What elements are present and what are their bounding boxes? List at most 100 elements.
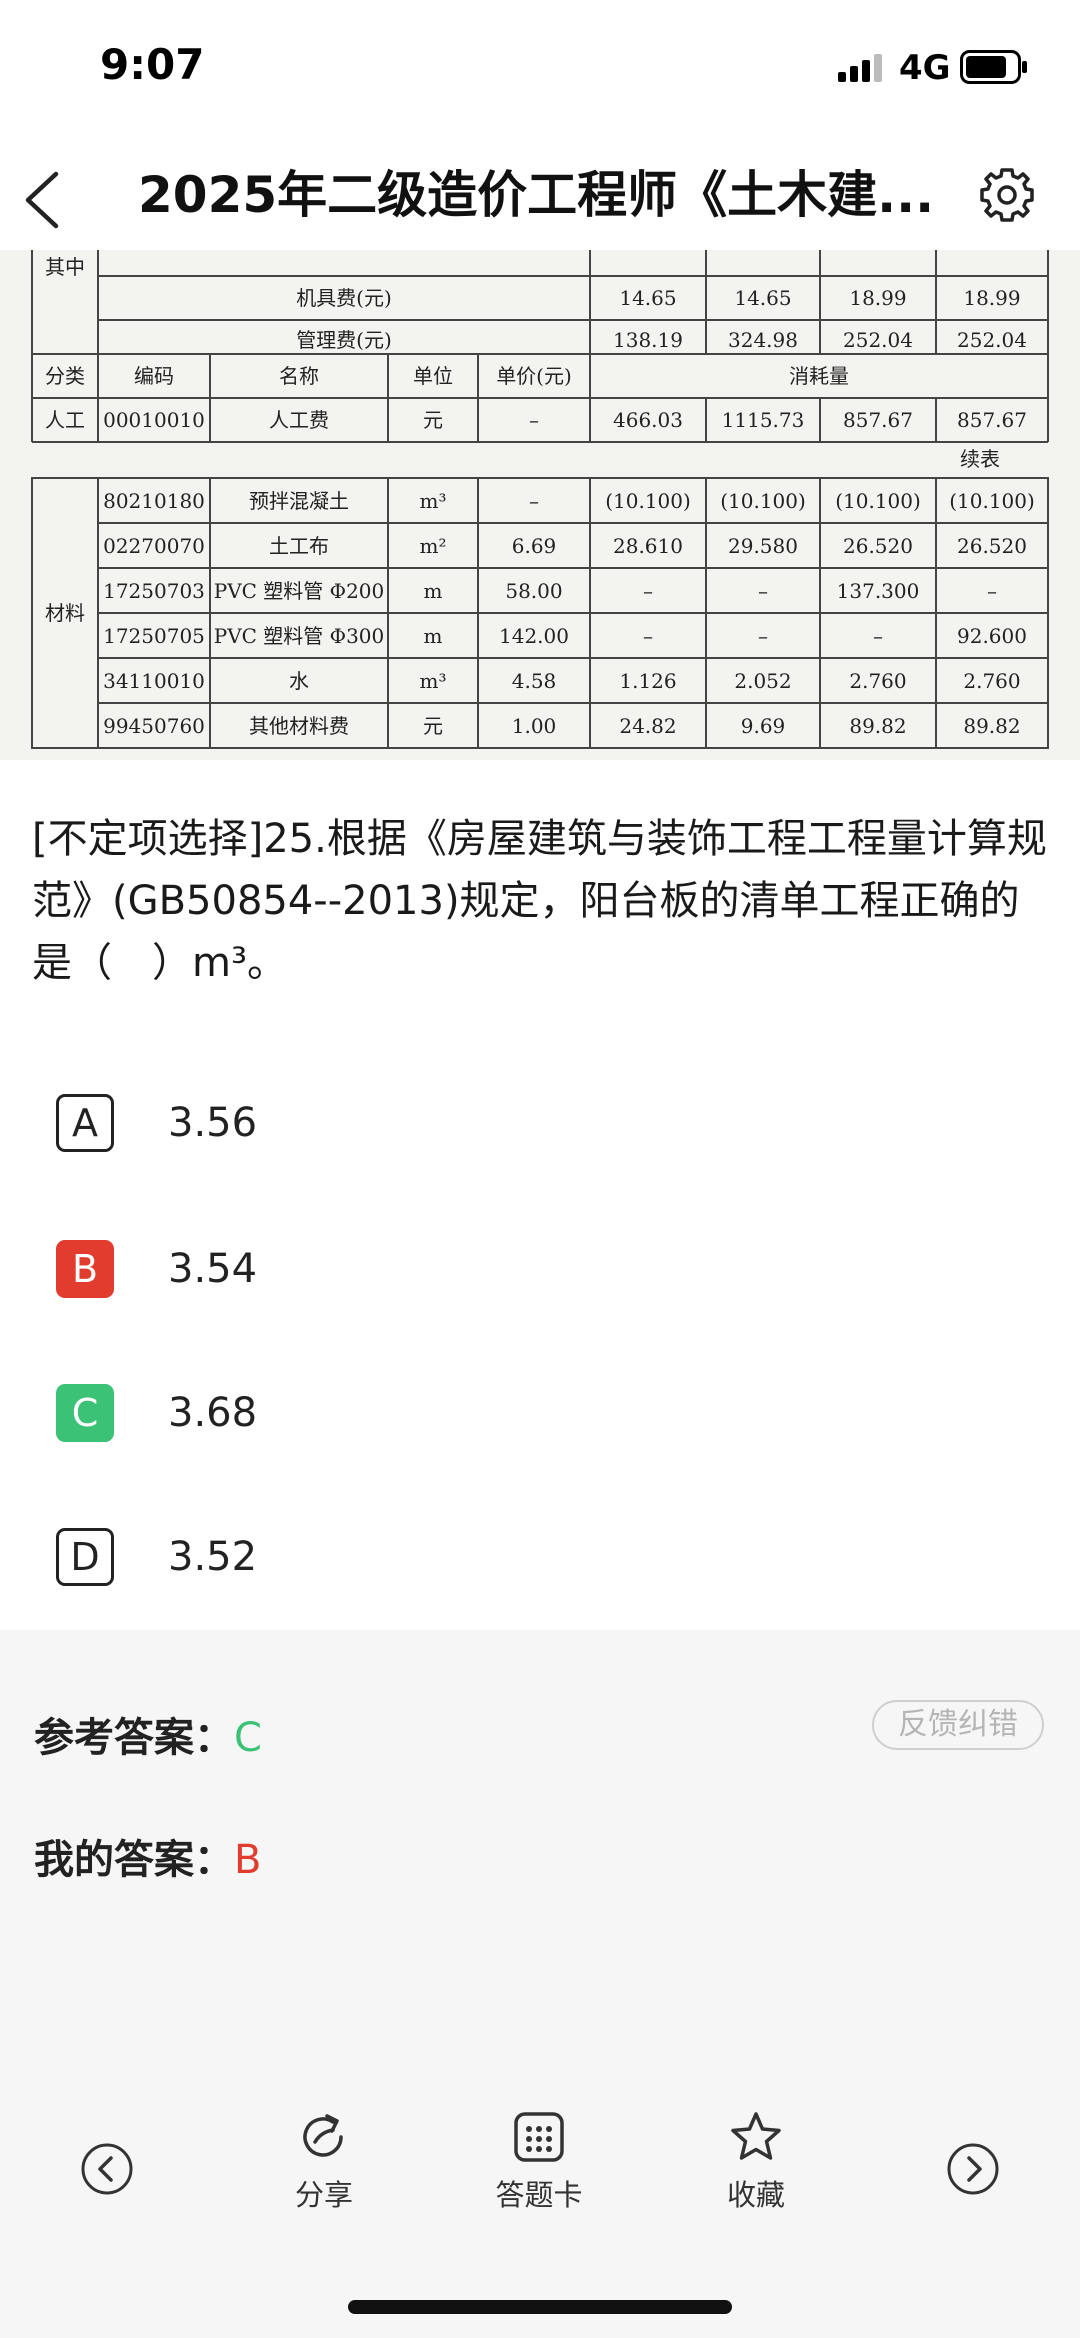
table-header: 单位 xyxy=(413,364,453,388)
table-cell-unit: m³ xyxy=(420,669,447,693)
table-cell-name: 管理费(元) xyxy=(296,328,392,352)
share-button[interactable]: 分享 xyxy=(284,2110,364,2214)
option-d-letter: D xyxy=(56,1528,114,1586)
table-cell-code: 00010010 xyxy=(103,408,205,432)
option-c[interactable]: C 3.68 xyxy=(56,1384,956,1448)
page-title: 2025年二级造价工程师《土木建... xyxy=(138,166,935,224)
table-cell-value: 28.610 xyxy=(613,534,683,558)
option-b-text: 3.54 xyxy=(168,1246,258,1292)
table-cell-unit: m xyxy=(424,624,443,648)
table-cell-value: 14.65 xyxy=(619,286,676,310)
table-cell-code: 02270070 xyxy=(103,534,205,558)
table-cell-price: 1.00 xyxy=(512,714,557,738)
table-cell-value: 92.600 xyxy=(957,624,1027,648)
table-cell-name: 土工布 xyxy=(269,534,329,558)
table-cell-unit: m² xyxy=(420,534,447,558)
option-a[interactable]: A 3.56 xyxy=(56,1094,956,1158)
table-cell-value: 29.580 xyxy=(728,534,798,558)
table-cell-name: PVC 塑料管 Φ200 xyxy=(214,579,385,603)
table-cell-value: 2.052 xyxy=(734,669,791,693)
table-cell-value: (10.100) xyxy=(835,489,921,513)
my-answer-value: B xyxy=(234,1837,262,1883)
answer-card-label: 答题卡 xyxy=(495,2178,583,2212)
table-cell-unit: m xyxy=(424,579,443,603)
table-cell-name: PVC 塑料管 Φ300 xyxy=(214,624,385,648)
table-cell-code: 99450760 xyxy=(103,714,205,738)
table-continued-label: 续表 xyxy=(960,447,1000,471)
table-cell-code: 34110010 xyxy=(103,669,205,693)
table-cell-code: 17250703 xyxy=(103,579,205,603)
table-cell-value: 2.760 xyxy=(849,669,906,693)
star-icon xyxy=(731,2112,781,2160)
table-cell-value: – xyxy=(758,624,768,648)
table-cell-code: 80210180 xyxy=(103,489,205,513)
share-label: 分享 xyxy=(294,2178,353,2212)
option-b[interactable]: B 3.54 xyxy=(56,1240,956,1304)
table-cell-value: 2.760 xyxy=(963,669,1020,693)
table-cell-value: 324.98 xyxy=(728,328,798,352)
prev-button[interactable] xyxy=(80,2142,134,2196)
table-header: 单价(元) xyxy=(496,364,572,388)
prev-circle-icon xyxy=(81,2143,133,2195)
option-c-letter: C xyxy=(56,1384,114,1442)
status-time: 9:07 xyxy=(100,40,205,89)
table-cell-value: – xyxy=(643,624,653,648)
table-cell-value: – xyxy=(987,579,997,603)
table-cell-price: 142.00 xyxy=(499,624,569,648)
table-cell-unit: 元 xyxy=(423,408,443,432)
table-cell-value: – xyxy=(758,579,768,603)
table-cell-value: – xyxy=(643,579,653,603)
table-cell-value: 857.67 xyxy=(957,408,1027,432)
table-cell-name: 其他材料费 xyxy=(249,714,349,738)
question-table: 其中机具费(元) 14.65 14.65 18.99 18.99 管理费(元) 138.19… xyxy=(31,250,1049,749)
table-cell-name: 预拌混凝土 xyxy=(249,489,349,513)
table-cell-unit: m³ xyxy=(420,489,447,513)
table-cell-value: 89.82 xyxy=(849,714,906,738)
answer-card-button[interactable]: 答题卡 xyxy=(484,2110,594,2214)
table-cell-value: 466.03 xyxy=(613,408,683,432)
table-cell-value: (10.100) xyxy=(605,489,691,513)
network-label: 4G xyxy=(899,48,951,88)
chevron-left-icon[interactable] xyxy=(14,164,74,234)
table-header: 编码 xyxy=(134,364,174,388)
next-circle-icon xyxy=(947,2143,999,2195)
table-cell-value: 138.19 xyxy=(613,328,683,352)
table-cell-value: 18.99 xyxy=(849,286,906,310)
option-c-text: 3.68 xyxy=(168,1390,258,1436)
table-cell-price: – xyxy=(529,408,539,432)
option-d[interactable]: D 3.52 xyxy=(56,1528,956,1592)
favorite-button[interactable]: 收藏 xyxy=(716,2110,796,2214)
table-cell-value: 26.520 xyxy=(957,534,1027,558)
option-a-letter: A xyxy=(56,1094,114,1152)
option-d-text: 3.52 xyxy=(168,1534,258,1580)
table-header: 分类 xyxy=(45,364,85,388)
table-cell-unit: 元 xyxy=(423,714,443,738)
bottom-toolbar: 分享 答题卡 收藏 xyxy=(0,2110,1080,2250)
home-indicator xyxy=(348,2300,732,2314)
table-material-label: 材料 xyxy=(45,601,85,625)
share-icon xyxy=(303,2114,343,2157)
table-header: 名称 xyxy=(279,364,319,388)
table-cell-value: 18.99 xyxy=(963,286,1020,310)
answer-card-icon xyxy=(514,2112,564,2162)
feedback-button[interactable]: 反馈纠错 xyxy=(872,1700,1044,1750)
nav-bar: 2025年二级造价工程师《土木建... xyxy=(0,140,1080,250)
reference-answer-label: 参考答案： xyxy=(34,1715,234,1761)
table-cell-value: 252.04 xyxy=(957,328,1027,352)
table-cell-price: – xyxy=(529,489,539,513)
table-cell-value: 24.82 xyxy=(619,714,676,738)
table-cell-value: (10.100) xyxy=(720,489,806,513)
option-a-text: 3.56 xyxy=(168,1100,258,1146)
question-table-image: 其中 机具费(元) 14.65 14.65 18.99 18.99 管理费(元) 138.19… xyxy=(0,250,1080,760)
table-cell-value: – xyxy=(873,624,883,648)
question-text: [不定项选择]25.根据《房屋建筑与装饰工程工程量计算规范》(GB50854--… xyxy=(32,816,1047,986)
reference-answer: 参考答案：C xyxy=(34,1710,262,1766)
next-button[interactable] xyxy=(946,2142,1000,2196)
table-cell-category: 人工 xyxy=(45,408,85,432)
table-cell-name: 人工费 xyxy=(269,408,329,432)
table-cell-name: 水 xyxy=(289,669,309,693)
gear-icon[interactable] xyxy=(978,166,1036,224)
table-header: 消耗量 xyxy=(789,364,849,388)
status-bar: 9:07 4G xyxy=(0,0,1080,130)
table-cell-value: 1115.73 xyxy=(722,408,805,432)
